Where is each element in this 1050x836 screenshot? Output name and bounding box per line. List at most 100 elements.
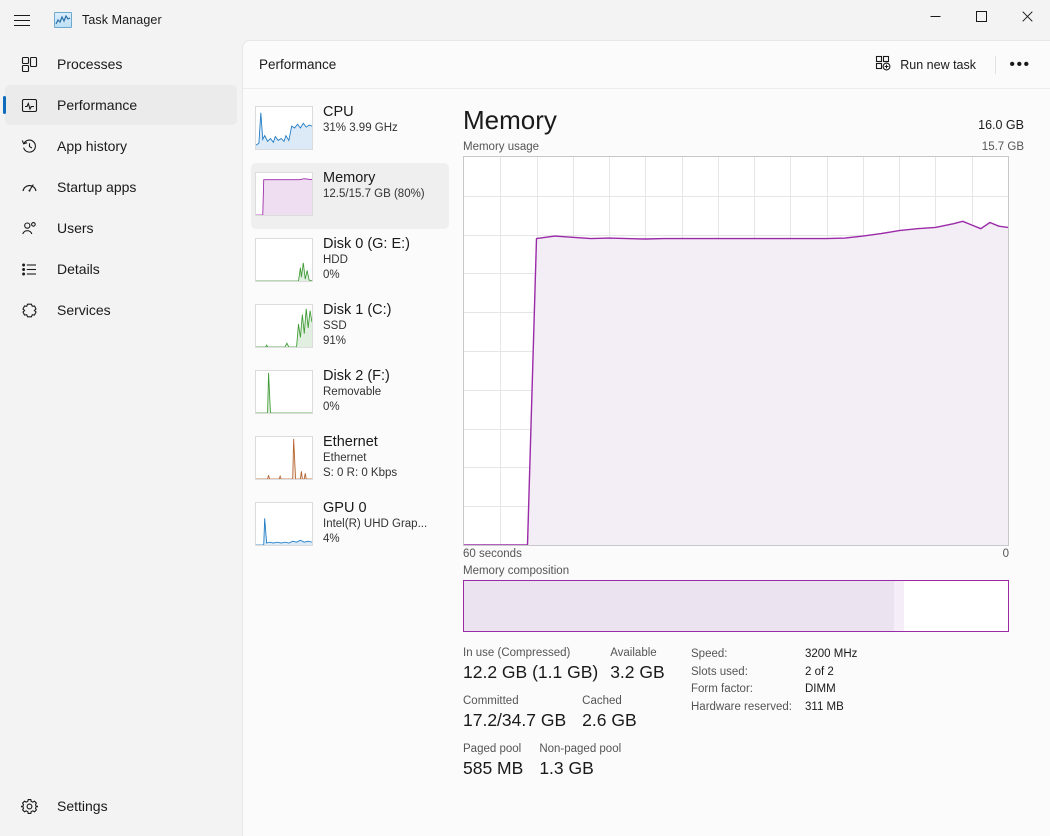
- resource-detail: Ethernet: [323, 452, 367, 464]
- info-row: Hardware reserved: 311 MB: [691, 699, 857, 717]
- resource-item-gpu-0[interactable]: GPU 0 Intel(R) UHD Grap... 4%: [251, 493, 449, 559]
- detail-header: Memory 16.0 GB: [463, 105, 1024, 135]
- processes-icon: [18, 53, 40, 75]
- stat-in-use-compressed: In use (Compressed) 12.2 GB (1.1 GB): [463, 646, 598, 684]
- resource-text: Ethernet Ethernet S: 0 R: 0 Kbps: [323, 433, 397, 481]
- resource-name: Disk 1 (C:): [323, 302, 392, 318]
- stat-value: 1.3 GB: [539, 758, 594, 778]
- resource-thumbnail: [255, 172, 313, 216]
- resource-text: Memory 12.5/15.7 GB (80%): [323, 169, 425, 202]
- stat-available: Available 3.2 GB: [610, 646, 664, 684]
- resource-text: GPU 0 Intel(R) UHD Grap... 4%: [323, 499, 427, 547]
- stat-value: 3.2 GB: [610, 662, 665, 682]
- info-value: DIMM: [805, 683, 836, 695]
- info-row: Form factor: DIMM: [691, 681, 857, 699]
- sidebar-label: Settings: [57, 798, 108, 814]
- memory-detail-pane: Memory 16.0 GB Memory usage 15.7 GB 60 s…: [453, 89, 1050, 836]
- info-key: Speed:: [691, 648, 728, 660]
- resource-name: GPU 0: [323, 500, 367, 516]
- composition-segment-in-use: [464, 581, 894, 631]
- sidebar-item-app-history[interactable]: App history: [5, 126, 237, 166]
- maximize-icon[interactable]: [958, 0, 1004, 32]
- info-value: 2 of 2: [805, 665, 834, 678]
- sidebar-item-performance[interactable]: Performance: [3, 85, 237, 125]
- new-task-icon: [875, 55, 891, 74]
- sidebar-nav: Processes Performance App history Startu…: [0, 40, 242, 836]
- window-controls: [912, 0, 1050, 32]
- minimize-icon[interactable]: [912, 0, 958, 32]
- composition-segment-modified: [893, 581, 904, 631]
- memory-composition-bar[interactable]: [463, 580, 1009, 632]
- sidebar-item-details[interactable]: Details: [5, 249, 237, 289]
- sidebar-item-startup-apps[interactable]: Startup apps: [5, 167, 237, 207]
- hamburger-menu-icon[interactable]: [0, 0, 44, 40]
- stat-value: 17.2/34.7 GB: [463, 710, 567, 730]
- stat-row: Paged pool 585 MB Non-paged pool 1.3 GB: [463, 742, 691, 780]
- memory-info-list: Speed: 3200 MHz Slots used: 2 of 2 Form fact…: [691, 646, 857, 790]
- stat-label: Paged pool: [463, 743, 522, 755]
- resource-detail: 0%: [323, 269, 340, 281]
- resource-item-ethernet[interactable]: Ethernet Ethernet S: 0 R: 0 Kbps: [251, 427, 449, 493]
- stat-row: Committed 17.2/34.7 GB Cached 2.6 GB: [463, 694, 691, 732]
- stat-label: In use (Compressed): [463, 647, 571, 659]
- stat-value: 12.2 GB (1.1 GB): [463, 662, 599, 682]
- info-row: Slots used: 2 of 2: [691, 664, 857, 682]
- gear-icon: [18, 795, 40, 817]
- resource-thumbnail: [255, 106, 313, 150]
- sidebar-item-settings[interactable]: Settings: [5, 786, 237, 826]
- resource-item-disk-0-g-e[interactable]: Disk 0 (G: E:) HDD 0%: [251, 229, 449, 295]
- app-title: Task Manager: [82, 13, 162, 27]
- title-bar: Task Manager: [0, 0, 1050, 40]
- axis-label-left: 60 seconds: [463, 548, 522, 560]
- run-new-task-button[interactable]: Run new task: [864, 49, 987, 81]
- resource-name: Disk 0 (G: E:): [323, 236, 411, 252]
- memory-usage-graph[interactable]: [463, 156, 1009, 546]
- resource-detail: HDD: [323, 254, 348, 266]
- axis-label-right: 0: [1002, 548, 1009, 560]
- detail-title: Memory: [463, 105, 557, 135]
- startup-icon: [18, 176, 40, 198]
- resource-item-disk-2-f[interactable]: Disk 2 (F:) Removable 0%: [251, 361, 449, 427]
- resource-item-cpu[interactable]: CPU 31% 3.99 GHz: [251, 97, 449, 163]
- resource-name: Disk 2 (F:): [323, 368, 390, 384]
- resource-text: Disk 1 (C:) SSD 91%: [323, 301, 391, 349]
- stat-label: Non-paged pool: [539, 743, 622, 755]
- resource-detail: 4%: [323, 533, 340, 545]
- resource-item-disk-1-c[interactable]: Disk 1 (C:) SSD 91%: [251, 295, 449, 361]
- resource-thumbnail: [255, 502, 313, 546]
- stat-value: 2.6 GB: [582, 710, 637, 730]
- resource-detail: 91%: [323, 335, 347, 347]
- close-icon[interactable]: [1004, 0, 1050, 32]
- sidebar-label: Performance: [57, 97, 138, 113]
- stat-label: Cached: [582, 695, 622, 707]
- services-gear-icon: [18, 299, 40, 321]
- composition-caption: Memory composition: [463, 565, 570, 577]
- stat-paged-pool: Paged pool 585 MB: [463, 742, 523, 780]
- info-key: Slots used:: [691, 665, 748, 678]
- graph-axis: 60 seconds 0: [463, 548, 1009, 560]
- sidebar-label: Processes: [57, 56, 123, 72]
- detail-total-memory: 16.0 GB: [978, 118, 1024, 132]
- resource-list: CPU 31% 3.99 GHz Memory 12.5/15.7 GB (80%) D…: [243, 89, 453, 836]
- sidebar-item-services[interactable]: Services: [5, 290, 237, 330]
- performance-icon: [18, 94, 40, 116]
- resource-thumbnail: [255, 436, 313, 480]
- info-key: Hardware reserved:: [691, 700, 792, 713]
- composition-segment-free: [990, 581, 1008, 631]
- page-title: Performance: [259, 57, 337, 72]
- resource-detail: Intel(R) UHD Grap...: [323, 518, 428, 530]
- resource-name: Ethernet: [323, 434, 378, 450]
- info-value: 311 MB: [805, 700, 844, 713]
- resource-detail: SSD: [323, 320, 347, 332]
- content-panel: Performance Run new task ••• CPU 31% 3.9…: [242, 40, 1050, 836]
- stat-label: Available: [610, 647, 657, 659]
- composition-segment-standby: [903, 581, 991, 631]
- sidebar-label: Services: [57, 302, 111, 318]
- history-icon: [18, 135, 40, 157]
- sidebar-item-users[interactable]: Users: [5, 208, 237, 248]
- resource-name: Memory: [323, 170, 376, 186]
- sidebar-item-processes[interactable]: Processes: [5, 44, 237, 84]
- more-options-icon[interactable]: •••: [1002, 49, 1038, 81]
- resource-item-memory[interactable]: Memory 12.5/15.7 GB (80%): [251, 163, 449, 229]
